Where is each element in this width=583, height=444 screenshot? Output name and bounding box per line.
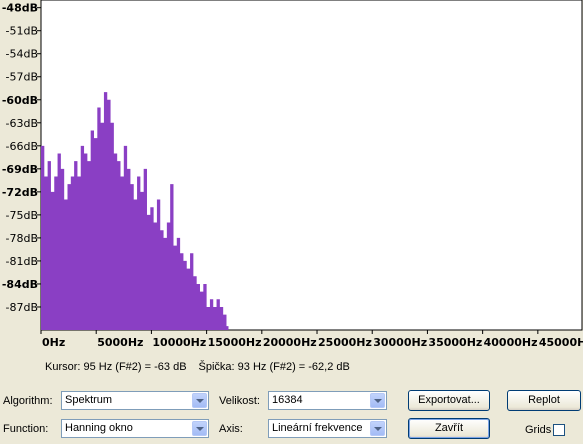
close-button[interactable]: Zavřít (408, 418, 490, 439)
x-tick-label: 35000Hz (428, 336, 482, 349)
size-label: Velikost: (219, 395, 260, 407)
algorithm-value: Spektrum (65, 394, 113, 406)
grids-label: Grids (525, 424, 552, 436)
y-tick-label: -72dB (2, 186, 38, 199)
x-tick-label: 40000Hz (484, 336, 538, 349)
spectrum-chart: -48dB -51dB -54dB -57dB -60dB -63dB -66dB -69dB… (2, 0, 583, 349)
x-tick-label: 0Hz (42, 336, 65, 349)
y-tick-label: -60dB (2, 94, 38, 107)
y-tick-label: -78dB (6, 232, 39, 245)
export-button[interactable]: Exportovat... (408, 390, 490, 411)
x-tick-label: 20000Hz (263, 336, 317, 349)
y-tick-label: -66dB (6, 140, 39, 153)
y-tick-label: -51dB (6, 25, 39, 38)
x-tick-label: 25000Hz (318, 336, 372, 349)
cursor-readout: Kursor: 95 Hz (F#2) = -63 dB (45, 361, 187, 373)
algorithm-label: Algorithm: (3, 395, 53, 407)
chevron-down-icon[interactable] (192, 393, 207, 408)
y-tick-label: -87dB (6, 301, 39, 314)
y-tick-label: -57dB (6, 71, 39, 84)
size-select[interactable]: 16384 (268, 391, 387, 410)
algorithm-select[interactable]: Spektrum (61, 391, 209, 410)
y-tick-label: -75dB (6, 209, 39, 222)
y-tick-label: -63dB (6, 117, 39, 130)
x-tick-label: 15000Hz (208, 336, 262, 349)
y-tick-label: -69dB (2, 163, 38, 176)
axis-select[interactable]: Lineární frekvence (268, 419, 387, 438)
function-label: Function: (3, 423, 49, 435)
x-tick-label: 30000Hz (373, 336, 427, 349)
function-value: Hanning okno (65, 422, 133, 434)
y-tick-label: -84dB (2, 278, 38, 291)
y-tick-label: -48dB (2, 2, 38, 15)
replot-button[interactable]: Replot (507, 390, 581, 411)
y-tick-label: -81dB (6, 255, 39, 268)
y-tick-label: -54dB (6, 48, 39, 61)
x-tick-label: 45000Hz (539, 336, 583, 349)
axis-label: Axis: (219, 423, 243, 435)
peak-readout: Špička: 93 Hz (F#2) = -62,2 dB (198, 361, 350, 373)
function-select[interactable]: Hanning okno (61, 419, 209, 438)
chevron-down-icon[interactable] (192, 421, 207, 436)
axis-value: Lineární frekvence (272, 422, 363, 434)
chevron-down-icon[interactable] (370, 393, 385, 408)
status-bar: Kursor: 95 Hz (F#2) = -63 dB Špička: 93 H… (45, 361, 350, 373)
spectrum-plot: -48dB -51dB -54dB -57dB -60dB -63dB -66dB -69dB… (0, 0, 583, 352)
size-value: 16384 (272, 394, 303, 406)
x-tick-label: 10000Hz (152, 336, 206, 349)
x-tick-label: 5000Hz (97, 336, 143, 349)
grids-checkbox[interactable] (553, 424, 565, 436)
chevron-down-icon[interactable] (370, 421, 385, 436)
